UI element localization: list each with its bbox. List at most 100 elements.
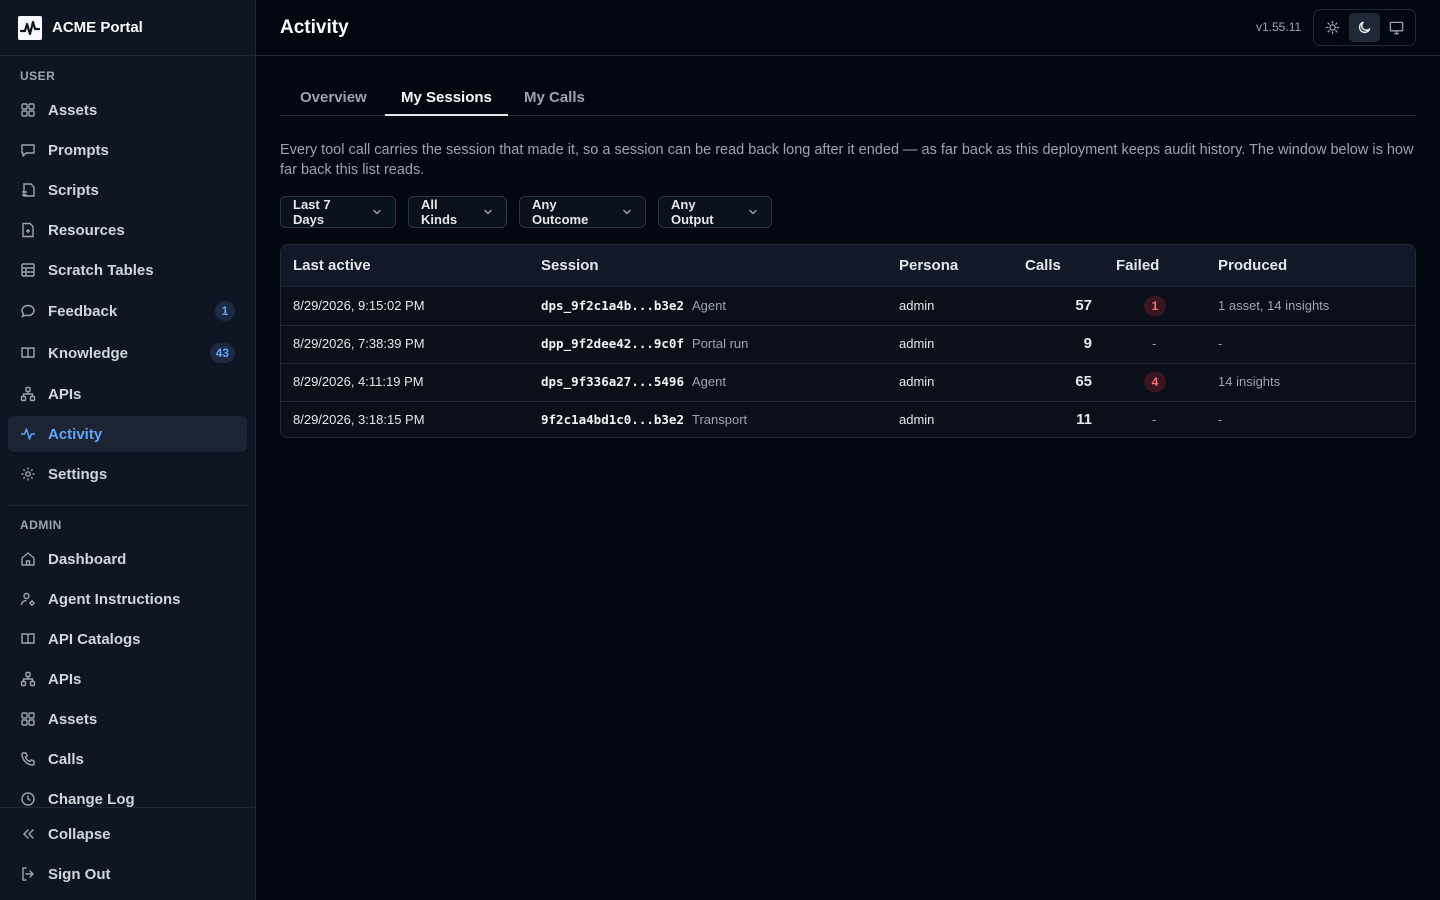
column-header-session[interactable]: Session	[541, 257, 599, 274]
time-window-filter[interactable]: Last 7 Days	[280, 196, 396, 228]
collapse-button[interactable]: Collapse	[8, 816, 247, 852]
outcome-filter[interactable]: Any Outcome	[519, 196, 646, 228]
sidebar-item-label: Prompts	[48, 141, 109, 159]
knowledge-count-badge: 43	[209, 343, 235, 363]
sidebar-divider	[8, 505, 247, 506]
collapse-label: Collapse	[48, 825, 111, 843]
tab-my-calls[interactable]: My Calls	[508, 80, 601, 116]
column-header-persona[interactable]: Persona	[899, 257, 958, 274]
column-header-failed[interactable]: Failed	[1116, 257, 1159, 274]
sidebar-item-apis[interactable]: APIs	[8, 376, 247, 412]
table-row[interactable]: 8/29/2026, 3:18:15 PM 9f2c1a4bd1c0...b3e…	[281, 402, 1415, 437]
home-icon	[20, 551, 36, 567]
session-cell[interactable]: dpp_9f2dee42...9c0f Portal run	[541, 336, 748, 351]
version-label: v1.55.11	[1256, 20, 1302, 34]
sidebar-item-label: Calls	[48, 750, 84, 768]
session-cell[interactable]: 9f2c1a4bd1c0...b3e2 Transport	[541, 412, 747, 427]
sidebar-footer: Collapse Sign Out	[0, 807, 255, 900]
sidebar-item-scripts[interactable]: Scripts	[8, 172, 247, 208]
sidebar-item-dashboard[interactable]: Dashboard	[8, 541, 247, 577]
sidebar-item-feedback[interactable]: Feedback 1	[8, 293, 247, 329]
feedback-count-badge: 1	[215, 301, 235, 321]
theme-switcher	[1313, 9, 1416, 46]
last-active-cell: 8/29/2026, 4:11:19 PM	[293, 374, 424, 389]
column-header-produced[interactable]: Produced	[1218, 257, 1287, 274]
failed-count-badge: 4	[1144, 372, 1166, 392]
produced-cell: 1 asset, 14 insights	[1218, 298, 1330, 313]
sidebar-item-admin-apis[interactable]: APIs	[8, 661, 247, 697]
persona-cell: admin	[899, 374, 935, 389]
filter-label: Any Outcome	[532, 197, 589, 227]
sidebar-item-agent-instructions[interactable]: Agent Instructions	[8, 581, 247, 617]
session-id: dps_9f2c1a4b...b3e2	[541, 298, 684, 313]
sun-icon	[1325, 20, 1339, 35]
dark-theme-button[interactable]	[1349, 13, 1380, 42]
kind-filter[interactable]: All Kinds	[408, 196, 507, 228]
produced-cell: -	[1218, 412, 1223, 427]
sidebar-item-knowledge[interactable]: Knowledge 43	[8, 335, 247, 371]
monitor-icon	[1390, 21, 1404, 35]
grid-icon	[20, 102, 36, 118]
brand[interactable]: ACME Portal	[0, 0, 255, 56]
sidebar-item-admin-assets[interactable]: Assets	[8, 701, 247, 737]
activity-icon	[20, 426, 36, 442]
output-filter[interactable]: Any Output	[658, 196, 772, 228]
calls-cell: 9	[1083, 335, 1092, 352]
sidebar-item-label: Resources	[48, 221, 125, 239]
sidebar-item-label: Change Log	[48, 790, 135, 808]
brand-name: ACME Portal	[52, 19, 143, 36]
network-icon	[20, 386, 36, 402]
produced-cell: -	[1218, 336, 1223, 351]
intro-text: Every tool call carries the session that…	[280, 142, 1414, 178]
filter-label: Last 7 Days	[293, 197, 331, 227]
table-row[interactable]: 8/29/2026, 7:38:39 PM dpp_9f2dee42...9c0…	[281, 326, 1415, 364]
phone-icon	[20, 751, 36, 767]
calls-cell: 65	[1075, 373, 1092, 390]
session-kind: Portal run	[692, 336, 749, 351]
sidebar-item-resources[interactable]: Resources	[8, 212, 247, 248]
script-icon	[20, 182, 36, 198]
column-header-calls[interactable]: Calls	[1025, 257, 1061, 274]
table-row[interactable]: 8/29/2026, 4:11:19 PM dps_9f336a27...549…	[281, 364, 1415, 402]
last-active-cell: 8/29/2026, 7:38:39 PM	[293, 336, 425, 351]
filter-label: All Kinds	[421, 197, 458, 227]
filter-label: Any Output	[671, 197, 714, 227]
sidebar-item-scratch-tables[interactable]: Scratch Tables	[8, 252, 247, 288]
session-kind: Transport	[692, 412, 748, 427]
file-icon	[20, 222, 36, 238]
session-id: 9f2c1a4bd1c0...b3e2	[541, 412, 684, 427]
sidebar-item-calls[interactable]: Calls	[8, 741, 247, 777]
grid-icon	[20, 711, 36, 727]
sidebar-item-label: Settings	[48, 465, 108, 483]
light-theme-button[interactable]	[1317, 13, 1347, 42]
sidebar-item-label: Assets	[48, 710, 98, 728]
produced-cell: 14 insights	[1218, 374, 1281, 389]
calls-cell: 11	[1076, 411, 1092, 428]
chat-icon	[20, 142, 36, 158]
sidebar-item-settings[interactable]: Settings	[8, 456, 247, 492]
session-cell[interactable]: dps_9f2c1a4b...b3e2 Agent	[541, 298, 726, 313]
last-active-cell: 8/29/2026, 3:18:15 PM	[293, 412, 425, 427]
network-icon	[20, 671, 36, 687]
tab-overview[interactable]: Overview	[284, 80, 383, 116]
gear-icon	[20, 466, 36, 482]
failed-count-badge: 1	[1144, 296, 1166, 316]
chevron-down-icon	[371, 206, 383, 218]
persona-cell: admin	[899, 336, 935, 351]
session-cell[interactable]: dps_9f336a27...5496 Agent	[541, 374, 726, 389]
sidebar-item-prompts[interactable]: Prompts	[8, 132, 247, 168]
user-cog-icon	[20, 591, 36, 607]
sidebar-item-assets[interactable]: Assets	[8, 92, 247, 128]
sign-out-button[interactable]: Sign Out	[8, 856, 247, 892]
sessions-table: Last active Session Persona Calls Failed…	[280, 244, 1416, 438]
tab-my-sessions[interactable]: My Sessions	[385, 80, 508, 116]
table-row[interactable]: 8/29/2026, 9:15:02 PM dps_9f2c1a4b...b3e…	[281, 287, 1415, 326]
failed-cell: -	[1152, 412, 1157, 427]
sidebar-item-activity[interactable]: Activity	[8, 416, 247, 452]
last-active-cell: 8/29/2026, 9:15:02 PM	[293, 298, 425, 313]
system-theme-button[interactable]	[1382, 13, 1412, 42]
column-header-last-active[interactable]: Last active	[293, 257, 371, 274]
section-label-admin: ADMIN	[20, 518, 62, 532]
sidebar-item-api-catalogs[interactable]: API Catalogs	[8, 621, 247, 657]
calls-cell: 57	[1075, 297, 1092, 314]
